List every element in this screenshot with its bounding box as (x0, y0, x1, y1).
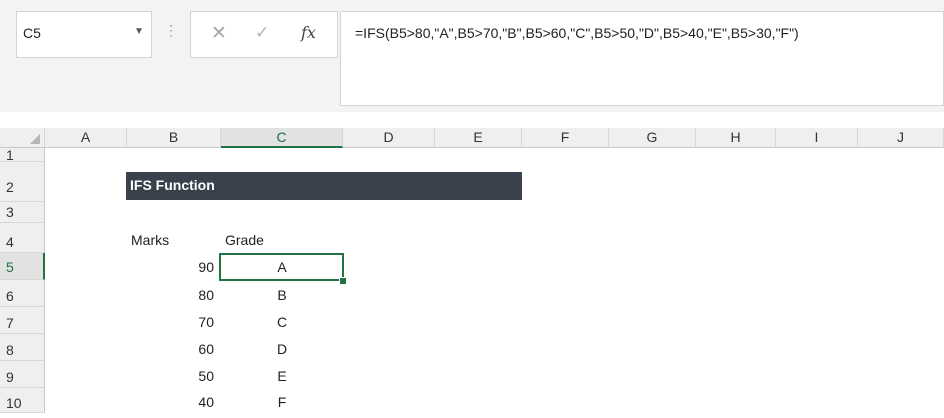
formula-input[interactable]: =IFS(B5>80,"A",B5>70,"B",B5>60,"C",B5>50… (340, 11, 944, 106)
grade-value[interactable]: C (221, 312, 343, 333)
grade-value[interactable]: B (221, 285, 343, 306)
marks-value[interactable]: 90 (128, 257, 214, 278)
close-icon[interactable]: ✕ (211, 22, 227, 45)
row-header-5[interactable]: 5 (0, 253, 45, 280)
row-header-6[interactable]: 6 (0, 280, 45, 307)
row-header-1[interactable]: 1 (0, 148, 45, 162)
marks-value[interactable]: 50 (128, 366, 214, 387)
column-header-f[interactable]: F (522, 128, 609, 148)
select-all-triangle-icon (30, 134, 40, 144)
marks-value[interactable]: 40 (128, 392, 214, 413)
active-cell-border (219, 253, 344, 281)
fill-handle[interactable] (339, 277, 347, 285)
row-header-4[interactable]: 4 (0, 223, 45, 253)
column-header-h[interactable]: H (696, 128, 776, 148)
sheet-title-cell[interactable]: IFS Function (126, 172, 522, 200)
row-header-8[interactable]: 8 (0, 334, 45, 361)
separator (0, 112, 944, 128)
grade-header[interactable]: Grade (225, 230, 264, 251)
marks-value[interactable]: 80 (128, 285, 214, 306)
grade-value[interactable]: D (221, 339, 343, 360)
name-box[interactable]: C5 ▼ (16, 11, 152, 58)
grade-value[interactable]: F (221, 392, 343, 413)
vertical-dots-icon[interactable]: ⋮ (164, 23, 178, 37)
name-box-value: C5 (23, 25, 41, 41)
row-header-3[interactable]: 3 (0, 202, 45, 223)
row-header-9[interactable]: 9 (0, 361, 45, 388)
column-header-i[interactable]: I (776, 128, 858, 148)
row-header-10[interactable]: 10 (0, 388, 45, 413)
column-header-e[interactable]: E (435, 128, 522, 148)
column-header-d[interactable]: D (343, 128, 435, 148)
column-header-j[interactable]: J (858, 128, 944, 148)
select-all-button[interactable] (0, 128, 45, 148)
row-header-7[interactable]: 7 (0, 307, 45, 334)
column-header-g[interactable]: G (609, 128, 696, 148)
column-header-b[interactable]: B (127, 128, 221, 148)
formula-text: =IFS(B5>80,"A",B5>70,"B",B5>60,"C",B5>50… (355, 25, 799, 41)
row-header-2[interactable]: 2 (0, 162, 45, 202)
column-header-c[interactable]: C (221, 128, 343, 148)
column-header-a[interactable]: A (45, 128, 127, 148)
marks-value[interactable]: 60 (128, 339, 214, 360)
check-icon[interactable]: ✓ (255, 23, 269, 43)
sheet-title: IFS Function (130, 177, 215, 193)
marks-header[interactable]: Marks (131, 230, 169, 251)
formula-buttons: ✕ ✓ fx (190, 11, 338, 58)
triangle-down-icon[interactable]: ▼ (134, 26, 144, 37)
insert-function-icon[interactable]: fx (301, 23, 316, 42)
marks-value[interactable]: 70 (128, 312, 214, 333)
grade-value[interactable]: E (221, 366, 343, 387)
